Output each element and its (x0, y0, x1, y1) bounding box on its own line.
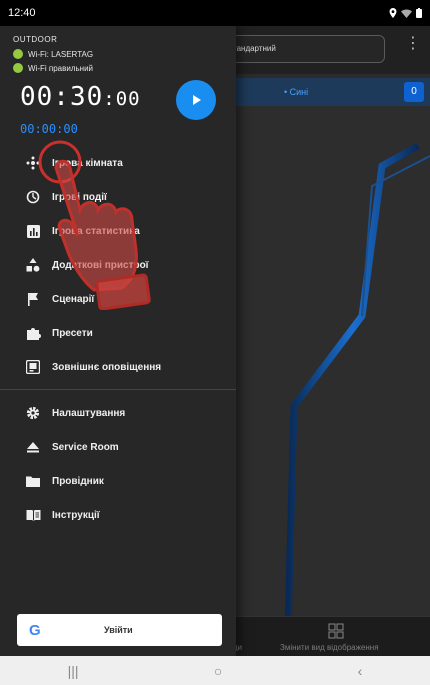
menu-item-label: Пресети (52, 327, 93, 339)
back-icon[interactable]: ‹ (358, 663, 363, 679)
google-sign-in-button[interactable]: G Увійти (17, 614, 222, 646)
menu-item-settings[interactable]: Налаштування (0, 396, 236, 430)
google-icon: G (29, 621, 41, 639)
wifi-ok-dot (13, 63, 23, 73)
timer-icon (22, 187, 44, 207)
menu-item-service-room[interactable]: Service Room (0, 430, 236, 464)
eject-icon (22, 437, 44, 457)
wifi-network-label: Wi-Fi: LASERTAG (28, 50, 94, 59)
menu-item-game-room[interactable]: Ігрова кімната (0, 146, 236, 180)
menu-item-label: Додаткові пристрої (52, 259, 149, 271)
overflow-menu-icon[interactable]: ⋮ (405, 36, 421, 52)
home-icon[interactable]: ○ (214, 663, 222, 679)
menu-item-label: Ігрова статистика (52, 225, 140, 237)
menu-item-game-stats[interactable]: Ігрова статистика (0, 214, 236, 248)
location-icon (389, 8, 397, 18)
timer-main-value: 00:30 (20, 82, 104, 112)
menu-item-label: Провідник (52, 475, 104, 487)
recent-apps-icon[interactable]: ||| (68, 663, 79, 679)
wifi-status-label: Wi-Fi правильний (28, 64, 94, 73)
team-count: 0 (404, 82, 424, 102)
wifi-icon (401, 8, 412, 18)
menu-divider (0, 389, 236, 390)
status-bar: 12:40 (0, 0, 430, 26)
play-button[interactable] (176, 80, 216, 120)
battery-icon (416, 8, 422, 18)
team-bar: • Сині 0 (222, 78, 430, 106)
folder-icon (22, 471, 44, 491)
view-switch-icon[interactable] (328, 623, 344, 639)
field-graphic (284, 142, 430, 627)
app-bottom-nav: анди Змінити вид відображення (222, 616, 430, 656)
timer-main-seconds: :00 (103, 88, 141, 110)
status-time: 12:40 (8, 7, 36, 19)
wifi-status-dot (13, 49, 23, 59)
menu-item-label: Service Room (52, 441, 119, 453)
menu-item-label: Зовнішнє оповіщення (52, 361, 162, 373)
play-icon (193, 95, 201, 105)
stats-icon (22, 221, 44, 241)
nav-change-view-label[interactable]: Змінити вид відображення (280, 643, 379, 652)
menu-item-game-events[interactable]: Ігрові події (0, 180, 236, 214)
status-icons (389, 8, 422, 18)
preset-select[interactable]: тандартний (222, 35, 385, 63)
menu-item-label: Ігрові події (52, 191, 107, 203)
menu-item-presets[interactable]: Пресети (0, 316, 236, 350)
menu-item-instructions[interactable]: Інструкції (0, 498, 236, 532)
menu-item-extra-devices[interactable]: Додаткові пристрої (0, 248, 236, 282)
book-icon (22, 505, 44, 525)
menu-item-scenarios[interactable]: Сценарії (0, 282, 236, 316)
game-timer: 00:30:00 (20, 82, 141, 112)
puzzle-icon (22, 323, 44, 343)
menu-item-explorer[interactable]: Провідник (0, 464, 236, 498)
gear-icon (22, 403, 44, 423)
map-field (222, 106, 430, 646)
google-sign-in-label: Увійти (103, 625, 133, 635)
menu-item-external-alerts[interactable]: Зовнішнє оповіщення (0, 350, 236, 384)
devices-icon (22, 255, 44, 275)
menu-item-label: Інструкції (52, 509, 100, 521)
menu-item-label: Налаштування (52, 407, 126, 419)
team-label: • Сині (284, 87, 309, 97)
game-room-icon (22, 153, 44, 173)
menu-item-label: Сценарії (52, 293, 95, 305)
menu-item-label: Ігрова кімната (52, 157, 123, 169)
navigation-drawer: OUTDOOR Wi-Fi: LASERTAG Wi-Fi правильний… (0, 26, 236, 656)
system-nav-bar: ||| ○ ‹ (0, 656, 430, 685)
notification-icon (22, 357, 44, 377)
elapsed-timer: 00:00:00 (20, 122, 78, 136)
mode-label: OUTDOOR (13, 35, 58, 44)
flag-icon (22, 289, 44, 309)
